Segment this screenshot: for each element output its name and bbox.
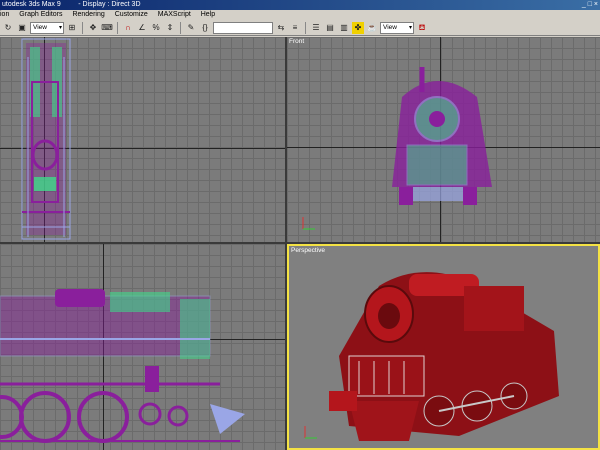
edit-named-selection-icon[interactable]: ✎ — [185, 22, 197, 34]
selection-set-icon[interactable]: {} — [199, 22, 211, 34]
viewport-left[interactable] — [0, 244, 285, 450]
title-bar: utodesk 3ds Max 9 - Display : Direct 3D … — [0, 0, 600, 10]
window-title: utodesk 3ds Max 9 - Display : Direct 3D — [2, 1, 141, 8]
mirror-icon[interactable]: ⇆ — [275, 22, 287, 34]
spinner-snap-icon[interactable]: ⇕ — [164, 22, 176, 34]
viewport-area: Front Perspective — [0, 37, 600, 450]
angle-snap-icon[interactable]: ∠ — [136, 22, 148, 34]
named-selection-set-input[interactable] — [213, 21, 273, 34]
material-editor-icon[interactable]: ✤ — [352, 21, 364, 34]
render-setup-icon[interactable]: ☕ — [366, 22, 378, 34]
menu-item-help[interactable]: Help — [201, 11, 215, 18]
snap-toggle-icon[interactable]: ∩ — [122, 22, 134, 34]
train-wireframe-top — [21, 38, 71, 240]
quick-render-icon[interactable]: ⛾ — [416, 22, 428, 34]
rotate-icon[interactable]: ↻ — [2, 22, 14, 34]
train-render-perspective — [304, 272, 559, 441]
reference-coordinate-value: View — [33, 23, 47, 31]
train-wireframe-side — [0, 289, 245, 443]
pivot-icon[interactable]: ⊞ — [66, 22, 78, 34]
keyboard-shortcut-icon[interactable]: ⌨ — [101, 22, 113, 34]
render-view-select[interactable]: View ▾ — [380, 21, 414, 34]
percent-snap-icon[interactable]: % — [150, 22, 162, 34]
main-toolbar: ↻ ▣ View ▾ ⊞ ✥ ⌨ ∩ ∠ % ⇕ ✎ {} ⇆ ≡ ☰ ▤ ▥ ✤… — [0, 20, 600, 36]
menu-item-rendering[interactable]: Rendering — [72, 11, 104, 18]
layer-manager-icon[interactable]: ☰ — [310, 22, 322, 34]
render-view-value: View — [383, 23, 397, 31]
toolbar-divider — [180, 21, 181, 34]
menu-item-graph-editors[interactable]: Graph Editors — [19, 11, 62, 18]
menu-item-maxscript[interactable]: MAXScript — [158, 11, 191, 18]
select-manipulate-icon[interactable]: ✥ — [87, 22, 99, 34]
window-controls[interactable]: _ □ × — [582, 0, 598, 10]
menu-item-customize[interactable]: Customize — [115, 11, 148, 18]
toolbar-divider — [305, 21, 306, 34]
scale-icon[interactable]: ▣ — [16, 22, 28, 34]
viewport-front[interactable]: Front — [287, 37, 600, 242]
viewport-perspective[interactable]: Perspective — [287, 244, 600, 450]
chevron-down-icon: ▾ — [408, 24, 412, 31]
train-wireframe-front — [302, 67, 492, 230]
chevron-down-icon: ▾ — [58, 24, 62, 31]
align-icon[interactable]: ≡ — [289, 22, 301, 34]
viewport-top[interactable] — [0, 37, 285, 242]
toolbar-divider — [117, 21, 118, 34]
schematic-view-icon[interactable]: ▥ — [338, 22, 350, 34]
toolbar-divider — [82, 21, 83, 34]
curve-editor-icon[interactable]: ▤ — [324, 22, 336, 34]
menu-item-animation[interactable]: ion — [0, 11, 9, 18]
reference-coordinate-select[interactable]: View ▾ — [30, 21, 64, 34]
